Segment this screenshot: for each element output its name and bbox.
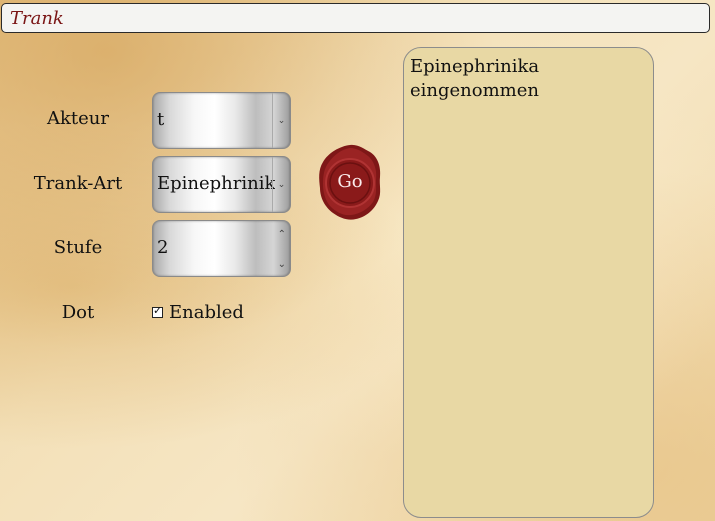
output-panel: Epinephrinika eingenommen <box>403 47 654 518</box>
trank-art-label: Trank-Art <box>33 173 123 194</box>
chevron-down-icon: ⌄ <box>272 157 290 212</box>
page-title: Trank <box>10 8 64 29</box>
check-icon: ✓ <box>153 304 163 317</box>
dot-label: Dot <box>61 302 95 323</box>
akteur-label: Akteur <box>47 108 109 129</box>
chevron-down-icon: ⌄ <box>272 93 290 148</box>
go-button[interactable]: Go <box>318 143 382 221</box>
trank-art-select[interactable]: Epinephrinika ⌄ <box>152 156 291 213</box>
akteur-value: t <box>157 109 165 130</box>
stufe-value: 2 <box>157 237 169 258</box>
go-button-label: Go <box>337 171 363 192</box>
chevron-down-icon[interactable]: ⌄ <box>278 259 286 270</box>
trank-art-value: Epinephrinika <box>157 173 275 194</box>
dot-checkbox-label: Enabled <box>169 302 244 323</box>
stufe-label: Stufe <box>53 237 103 258</box>
chevron-up-icon[interactable]: ⌃ <box>278 229 286 240</box>
stufe-number-input[interactable]: 2 ⌃ ⌄ <box>152 220 291 277</box>
output-text: Epinephrinika eingenommen <box>410 56 540 101</box>
dot-checkbox[interactable]: ✓ <box>152 304 163 318</box>
akteur-select[interactable]: t ⌄ <box>152 92 291 149</box>
dot-checkbox-group: ✓ Enabled <box>152 302 244 323</box>
title-bar: Trank <box>1 3 710 33</box>
spinner-arrows: ⌃ ⌄ <box>273 221 290 276</box>
